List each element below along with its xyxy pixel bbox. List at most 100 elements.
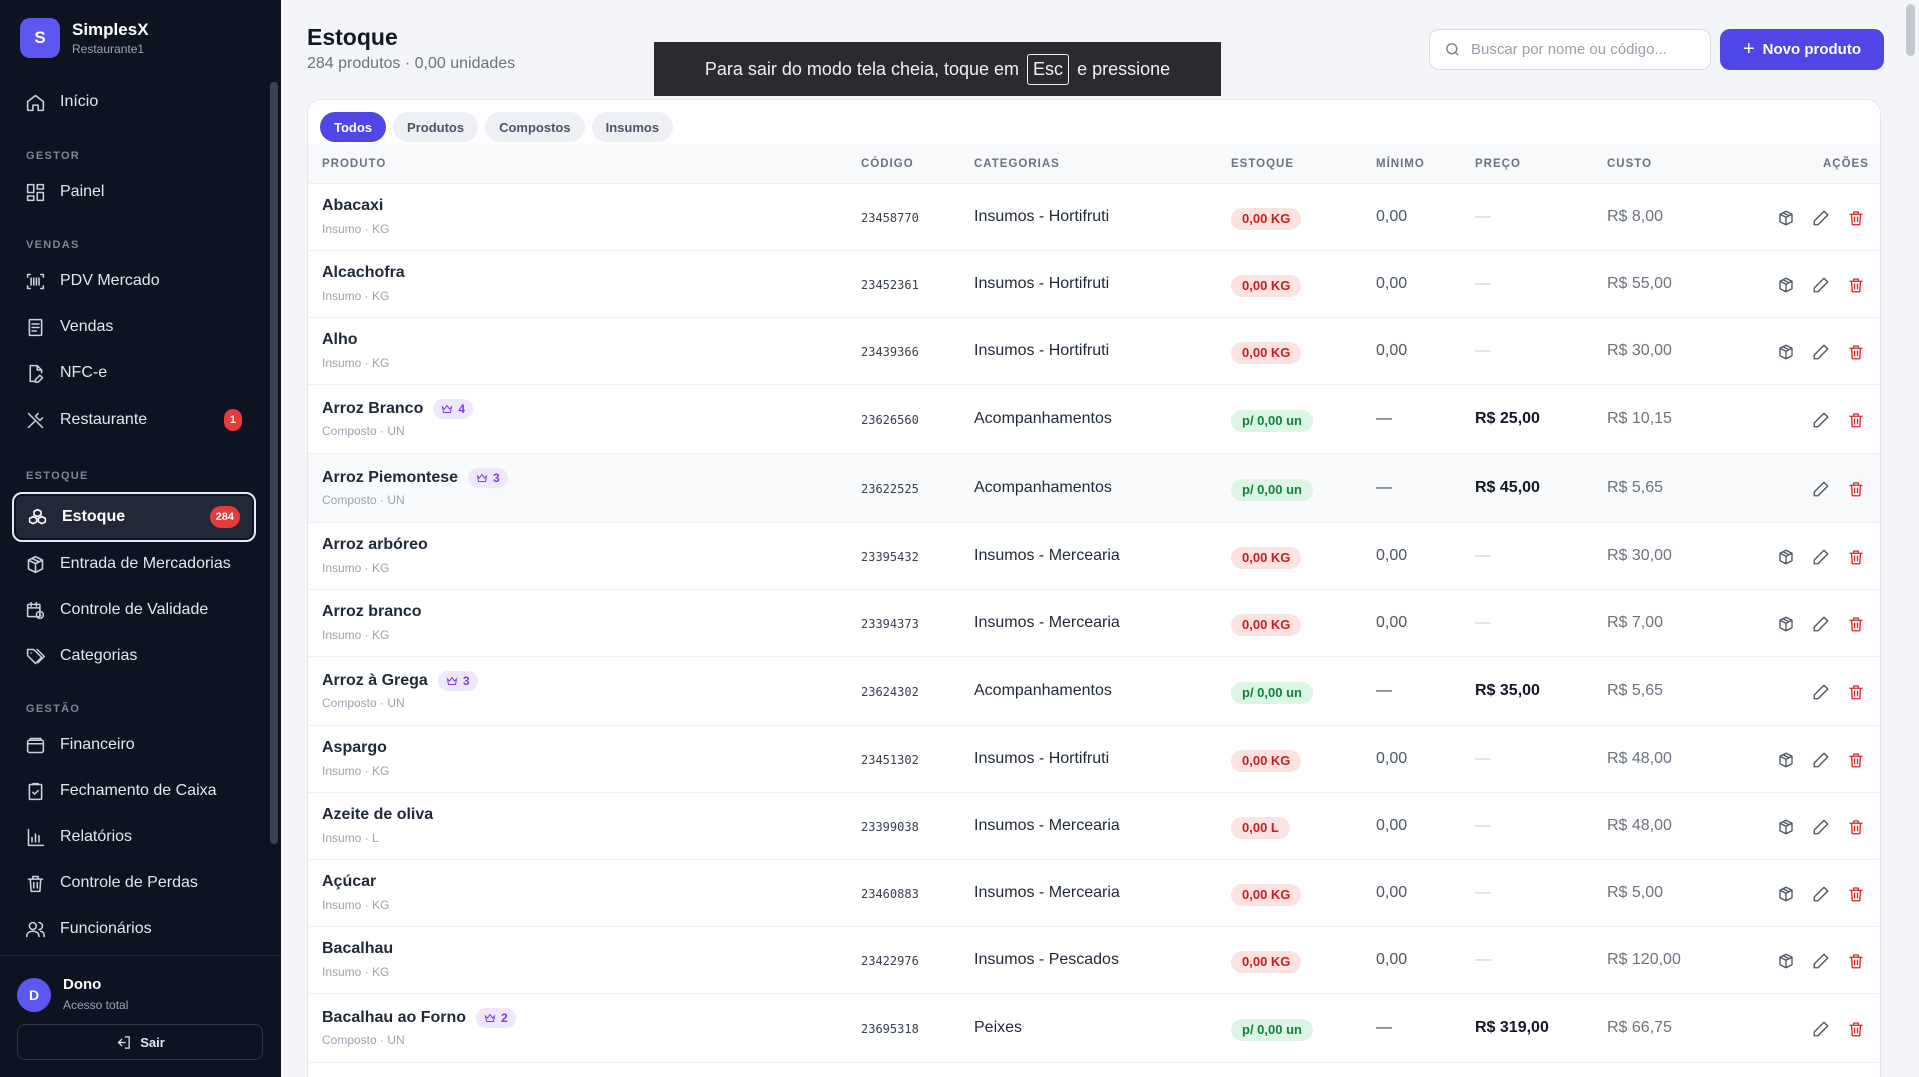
product-name[interactable]: Arroz arbóreo [322,536,428,554]
product-name[interactable]: Arroz Piemontese [322,469,458,487]
sidebar-item-pdv[interactable]: PDV Mercado [12,259,256,303]
stock-movement-button[interactable] [1775,341,1797,363]
edit-button[interactable] [1810,1018,1832,1040]
product-name[interactable]: Bacalhau [322,940,393,958]
stock-movement-button[interactable] [1775,749,1797,771]
sidebar-item-entrada[interactable]: Entrada de Mercadorias [12,542,256,586]
sidebar-item-fechamento[interactable]: Fechamento de Caixa [12,769,256,813]
delete-button[interactable] [1845,1018,1867,1040]
delete-button[interactable] [1845,816,1867,838]
table-row[interactable]: Arroz à Grega 3 Composto · UN 23624302 Acomp… [308,657,1880,726]
edit-button[interactable] [1810,546,1832,568]
delete-button[interactable] [1845,409,1867,431]
recipe-icon [476,473,488,482]
sidebar-item-relatorios[interactable]: Relatórios [12,815,256,859]
product-name[interactable]: Aspargo [322,739,387,757]
delete-button[interactable] [1845,207,1867,229]
delete-button[interactable] [1845,749,1867,771]
sidebar-item-funcionarios[interactable]: Funcionários [12,907,256,951]
tab-todos[interactable]: Todos [320,112,387,142]
delete-button[interactable] [1845,274,1867,296]
edit-button[interactable] [1810,749,1832,771]
delete-button[interactable] [1845,478,1867,500]
avatar: D [17,978,51,1012]
tab-insumos[interactable]: Insumos [591,112,674,142]
col-preco[interactable]: PREÇO [1475,158,1521,170]
edit-button[interactable] [1810,274,1832,296]
stock-movement-button[interactable] [1775,613,1797,635]
edit-button[interactable] [1810,341,1832,363]
sidebar-item-painel[interactable]: Painel [12,170,256,214]
table-row[interactable]: Arroz Branco 4 Composto · UN 23626560 Acompa… [308,385,1880,454]
sidebar-item-financeiro[interactable]: Financeiro [12,723,256,767]
table-row[interactable]: Arroz branco Insumo · KG 23394373 Insumos -… [308,590,1880,657]
delete-button[interactable] [1845,546,1867,568]
tab-produtos[interactable]: Produtos [393,112,479,142]
product-name[interactable]: Açúcar [322,873,376,891]
stock-movement-button[interactable] [1775,274,1797,296]
edit-button[interactable] [1810,883,1832,905]
sidebar-item-vendas[interactable]: Vendas [12,305,256,349]
sidebar-item-inicio[interactable]: Início [12,80,256,124]
search-input[interactable] [1471,41,1701,58]
delete-button[interactable] [1845,950,1867,972]
stock-movement-button[interactable] [1775,950,1797,972]
delete-button[interactable] [1845,613,1867,635]
page-scrollbar[interactable] [1906,4,1915,56]
stock-movement-button[interactable] [1775,546,1797,568]
product-name[interactable]: Alho [322,331,358,349]
table-row[interactable]: Açúcar Insumo · KG 23460883 Insumos - Merce… [308,860,1880,927]
table-row[interactable]: Bacalhau ao Forno 2 Composto · UN 23695318 P… [308,994,1880,1063]
table-row[interactable]: Azeite de oliva Insumo · L 23399038 Insumos… [308,793,1880,860]
edit-button[interactable] [1810,681,1832,703]
edit-button[interactable] [1810,478,1832,500]
search-box[interactable] [1429,29,1711,70]
brand[interactable]: S SimplesX Restaurante1 [20,18,149,58]
new-product-button[interactable]: + Novo produto [1720,29,1884,70]
tab-compostos[interactable]: Compostos [485,112,585,142]
table-row[interactable]: Arroz arbóreo Insumo · KG 23395432 Insumos … [308,523,1880,590]
col-minimo[interactable]: MÍNIMO [1376,158,1425,170]
sidebar-item-categorias[interactable]: Categorias [12,634,256,678]
col-codigo[interactable]: CÓDIGO [861,158,914,170]
table-row[interactable]: Bacalhau Insumo · KG 23422976 Insumos - Pes… [308,927,1880,994]
table-row[interactable]: Alho Insumo · KG 23439366 Insumos - Hortifr… [308,318,1880,385]
table-row[interactable]: Alcachofra Insumo · KG 23452361 Insumos - H… [308,251,1880,318]
table-row[interactable]: Aspargo Insumo · KG 23451302 Insumos - Hort… [308,726,1880,793]
product-name[interactable]: Azeite de oliva [322,806,433,824]
minimum-value: 0,00 [1376,817,1408,834]
table-row[interactable]: Abacaxi Insumo · KG 23458770 Insumos - Hort… [308,184,1880,251]
edit-button[interactable] [1810,207,1832,229]
edit-button[interactable] [1810,409,1832,431]
stock-movement-button[interactable] [1775,816,1797,838]
delete-button[interactable] [1845,883,1867,905]
stock-movement-button[interactable] [1775,883,1797,905]
product-name[interactable]: Arroz à Grega [322,672,428,690]
stock-movement-button[interactable] [1775,207,1797,229]
product-name[interactable]: Arroz Branco [322,400,423,418]
sidebar-item-nfce[interactable]: NFC-e [12,351,256,395]
product-name[interactable]: Bacalhau ao Forno [322,1009,466,1027]
edit-button[interactable] [1810,816,1832,838]
delete-button[interactable] [1845,681,1867,703]
edit-button[interactable] [1810,950,1832,972]
sidebar-item-label: Funcionários [60,920,152,937]
logout-button[interactable]: Sair [17,1024,263,1060]
col-categorias[interactable]: CATEGORIAS [974,158,1060,170]
recipe-icon [446,676,458,685]
product-name[interactable]: Arroz branco [322,603,422,621]
col-produto[interactable]: PRODUTO [322,158,386,170]
delete-button[interactable] [1845,341,1867,363]
sidebar-scrollbar[interactable] [270,82,278,844]
edit-button[interactable] [1810,613,1832,635]
product-name[interactable]: Abacaxi [322,197,383,215]
sidebar-item-validade[interactable]: Controle de Validade [12,588,256,632]
sidebar-item-estoque[interactable]: Estoque 284 [12,492,256,542]
table-row[interactable]: Arroz Piemontese 3 Composto · UN 23622525 Ac… [308,454,1880,523]
sidebar-item-perdas[interactable]: Controle de Perdas [12,861,256,905]
sidebar-item-restaurante[interactable]: Restaurante 1 [12,398,256,442]
col-estoque[interactable]: ESTOQUE [1231,158,1294,170]
recipe-count: 2 [501,1011,508,1025]
col-custo[interactable]: CUSTO [1607,158,1652,170]
product-name[interactable]: Alcachofra [322,264,405,282]
